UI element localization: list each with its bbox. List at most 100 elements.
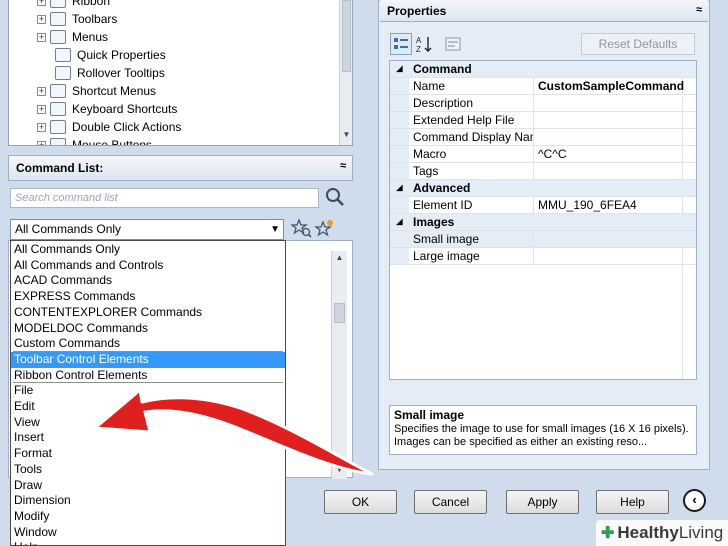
dropdown-option[interactable]: Ribbon Control Elements [11, 368, 285, 384]
property-value[interactable] [534, 129, 696, 145]
command-filter-combo[interactable]: All Commands Only ▼ [10, 219, 284, 240]
row-gutter [390, 248, 409, 264]
scroll-up-arrow-icon[interactable]: ▲ [332, 251, 347, 265]
tree-node-icon [50, 30, 66, 44]
find-command-icon[interactable] [290, 218, 313, 240]
expand-icon[interactable]: + [37, 32, 46, 42]
dropdown-option[interactable]: Edit [11, 399, 285, 415]
command-list-scrollbar[interactable]: ▲ ▼ [331, 251, 347, 479]
search-command-input[interactable]: Search command list [10, 188, 319, 208]
collapse-triangle-icon[interactable]: ◢ [390, 214, 409, 230]
property-key: Command Display Name [409, 129, 534, 145]
property-row[interactable]: Name CustomSampleCommand [390, 78, 696, 95]
tree-item[interactable]: Rollover Tooltips [9, 64, 339, 82]
property-pages-icon[interactable] [442, 33, 464, 55]
expand-icon[interactable]: + [37, 0, 46, 6]
dropdown-option[interactable]: Format [11, 446, 285, 462]
tree-scrollbar[interactable]: ▼ [339, 0, 352, 145]
collapse-triangle-icon[interactable]: ◢ [390, 180, 409, 196]
tree-node-icon [50, 120, 66, 134]
property-row[interactable]: Command Display Name [390, 129, 696, 146]
chevron-down-icon[interactable]: ▼ [270, 220, 280, 239]
cancel-button[interactable]: Cancel [414, 490, 487, 514]
dropdown-option[interactable]: Toolbar Control Elements [11, 351, 285, 368]
dropdown-option[interactable]: Insert [11, 430, 285, 446]
property-key: Name [409, 78, 534, 94]
dropdown-option[interactable]: ACAD Commands [11, 273, 285, 289]
dropdown-separator [13, 382, 283, 384]
dropdown-option[interactable]: Custom Commands [11, 336, 285, 352]
dropdown-option[interactable]: Tools [11, 462, 285, 478]
dropdown-option[interactable]: All Commands Only [11, 242, 285, 258]
property-row[interactable]: Extended Help File [390, 112, 696, 129]
tree-item[interactable]: + Toolbars [9, 10, 339, 28]
property-value[interactable] [534, 163, 696, 179]
properties-header[interactable]: Properties ≈ [380, 0, 708, 22]
command-filter-dropdown[interactable]: All Commands Only All Commands and Contro… [10, 240, 286, 546]
leaf-logo-icon: ✚ [601, 525, 615, 542]
tree-item[interactable]: + Menus [9, 28, 339, 46]
property-value[interactable] [534, 231, 696, 247]
property-key: Small image [409, 231, 534, 247]
expand-icon[interactable]: + [37, 104, 46, 114]
property-category[interactable]: ◢ Images [390, 214, 696, 231]
dropdown-option[interactable]: Draw [11, 478, 285, 494]
sort-alpha-icon[interactable]: AZ [413, 33, 435, 55]
dropdown-option[interactable]: CONTENTEXPLORER Commands [11, 305, 285, 321]
dropdown-option[interactable]: Help [11, 540, 285, 545]
property-value[interactable]: ^C^C [534, 146, 696, 162]
scroll-down-arrow-icon[interactable]: ▼ [332, 463, 347, 477]
row-gutter [390, 163, 409, 179]
property-category[interactable]: ◢ Command [390, 61, 696, 78]
property-row[interactable]: Tags [390, 163, 696, 180]
tree-item[interactable]: + Shortcut Menus [9, 82, 339, 100]
property-value[interactable]: MMU_190_6FEA4 [534, 197, 696, 213]
tree-item[interactable]: + Double Click Actions [9, 118, 339, 136]
property-row[interactable]: Small image [390, 231, 696, 248]
categorized-view-icon[interactable] [390, 33, 412, 55]
tree-item[interactable]: + Ribbon [9, 0, 339, 10]
property-key: Element ID [409, 197, 534, 213]
property-key: Macro [409, 146, 534, 162]
property-row[interactable]: Element ID MMU_190_6FEA4 [390, 197, 696, 214]
property-value[interactable] [534, 112, 696, 128]
dropdown-option[interactable]: All Commands and Controls [11, 258, 285, 274]
help-button[interactable]: Help [596, 490, 669, 514]
new-command-icon[interactable] [314, 218, 336, 240]
dropdown-option[interactable]: MODELDOC Commands [11, 321, 285, 337]
collapse-triangle-icon[interactable]: ◢ [390, 61, 409, 77]
expand-icon[interactable]: + [37, 122, 46, 132]
tree-item[interactable]: Quick Properties [9, 46, 339, 64]
dropdown-option[interactable]: View [11, 415, 285, 431]
tree-scroll-thumb[interactable] [342, 0, 351, 72]
scroll-down-arrow-icon[interactable]: ▼ [340, 128, 352, 142]
collapse-icon[interactable]: ≈ [340, 160, 346, 172]
expand-icon[interactable]: + [37, 140, 46, 145]
property-row[interactable]: Macro ^C^C [390, 146, 696, 163]
property-row[interactable]: Description [390, 95, 696, 112]
row-gutter [390, 197, 409, 213]
dropdown-option[interactable]: Dimension [11, 493, 285, 509]
dropdown-option[interactable]: EXPRESS Commands [11, 289, 285, 305]
command-list-header[interactable]: Command List: ≈ [8, 155, 353, 181]
reset-defaults-button[interactable]: Reset Defaults [581, 33, 695, 55]
property-value[interactable]: CustomSampleCommand [534, 78, 696, 94]
dropdown-option[interactable]: File [11, 383, 285, 399]
dropdown-option[interactable]: Window [11, 525, 285, 541]
ok-button[interactable]: OK [324, 490, 397, 514]
expand-icon[interactable]: + [37, 14, 46, 24]
property-value[interactable] [534, 95, 696, 111]
collapse-panel-icon[interactable]: ‹ [683, 489, 706, 512]
search-icon[interactable] [324, 186, 346, 208]
property-category[interactable]: ◢ Advanced [390, 180, 696, 197]
tree-item[interactable]: + Mouse Buttons [9, 136, 339, 145]
command-scroll-thumb[interactable] [334, 303, 345, 323]
apply-button[interactable]: Apply [506, 490, 579, 514]
tree-item[interactable]: + Keyboard Shortcuts [9, 100, 339, 118]
property-row[interactable]: Large image [390, 248, 696, 265]
property-value[interactable] [534, 248, 696, 264]
collapse-icon[interactable]: ≈ [696, 4, 702, 16]
expand-icon[interactable]: + [37, 86, 46, 96]
watermark: ✚ Healthy Living [596, 520, 728, 546]
dropdown-option[interactable]: Modify [11, 509, 285, 525]
